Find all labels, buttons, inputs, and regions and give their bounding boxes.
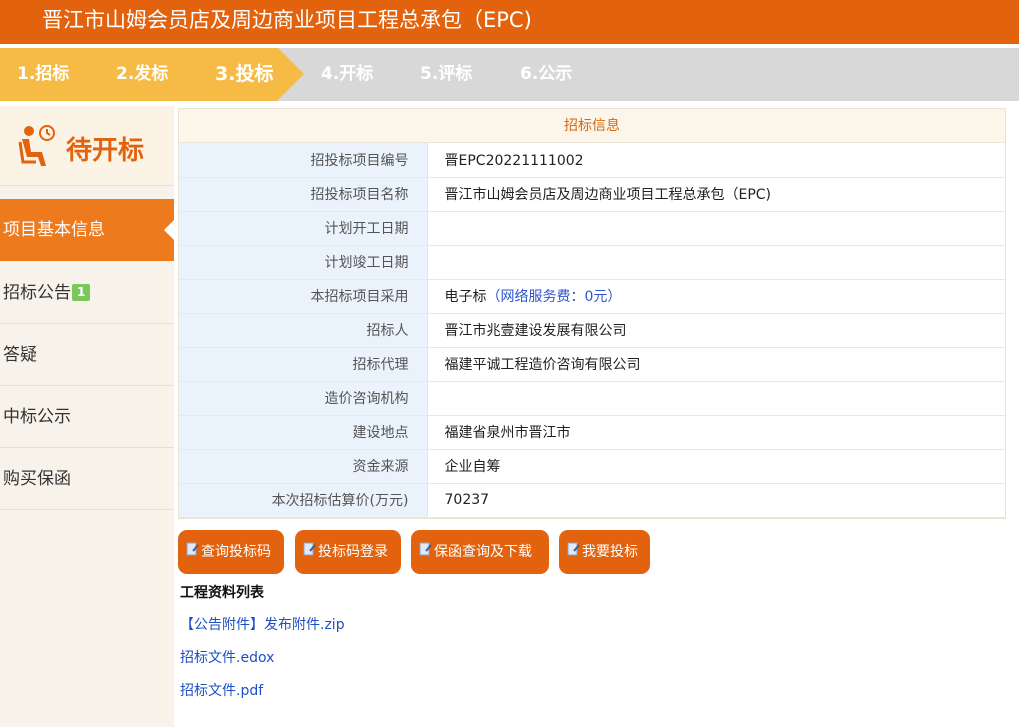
table-row: 计划开工日期 bbox=[179, 211, 1005, 246]
row-key: 资金来源 bbox=[179, 449, 428, 484]
document-edit-icon bbox=[419, 542, 432, 556]
page-title: 晋江市山姆会员店及周边商业项目工程总承包（EPC) bbox=[42, 8, 532, 32]
table-row: 本招标项目采用 电子标（网络服务费：0元） bbox=[179, 279, 1005, 314]
sidebar-item-qa[interactable]: 答疑 bbox=[0, 324, 174, 386]
row-value: 福建平诚工程造价咨询有限公司 bbox=[427, 347, 1005, 382]
row-value: 70237 bbox=[427, 483, 1005, 518]
row-value: 晋EPC20221111002 bbox=[427, 143, 1005, 178]
row-key: 本次招标估算价(万元) bbox=[179, 483, 428, 518]
button-label: 我要投标 bbox=[582, 544, 638, 560]
row-key: 招投标项目名称 bbox=[179, 177, 428, 212]
sidebar-item-award-notice[interactable]: 中标公示 bbox=[0, 386, 174, 448]
file-list-title: 工程资料列表 bbox=[180, 585, 264, 601]
table-row: 资金来源 企业自筹 bbox=[179, 449, 1005, 484]
info-panel: 招标信息 招投标项目编号 晋EPC20221111002 招投标项目名称 晋江市山姆… bbox=[178, 108, 1006, 519]
row-key: 计划开工日期 bbox=[179, 211, 428, 246]
info-table: 招投标项目编号 晋EPC20221111002 招投标项目名称 晋江市山姆会员店及周… bbox=[179, 143, 1005, 518]
table-row: 招标代理 福建平诚工程造价咨询有限公司 bbox=[179, 347, 1005, 382]
file-link[interactable]: 招标文件.pdf bbox=[180, 680, 263, 700]
step-publicity: 6.公示 bbox=[520, 64, 573, 84]
sidebar-item-label: 招标公告 bbox=[3, 283, 71, 303]
main-content: 招标信息 招投标项目编号 晋EPC20221111002 招投标项目名称 晋江市山姆… bbox=[178, 108, 1006, 720]
document-edit-icon bbox=[303, 542, 316, 556]
button-label: 查询投标码 bbox=[201, 544, 271, 560]
info-panel-heading: 招标信息 bbox=[179, 109, 1005, 143]
table-row: 计划竣工日期 bbox=[179, 245, 1005, 280]
row-key: 计划竣工日期 bbox=[179, 245, 428, 280]
table-row: 招投标项目编号 晋EPC20221111002 bbox=[179, 143, 1005, 178]
row-key: 造价咨询机构 bbox=[179, 381, 428, 416]
row-key: 招标代理 bbox=[179, 347, 428, 382]
row-value: 晋江市兆壹建设发展有限公司 bbox=[427, 313, 1005, 348]
row-key: 本招标项目采用 bbox=[179, 279, 428, 314]
bid-code-login-button[interactable]: 投标码登录 bbox=[295, 530, 401, 574]
query-bid-code-button[interactable]: 查询投标码 bbox=[178, 530, 284, 574]
row-value: 晋江市山姆会员店及周边商业项目工程总承包（EPC) bbox=[427, 177, 1005, 212]
title-bar: 晋江市山姆会员店及周边商业项目工程总承包（EPC) bbox=[0, 0, 1019, 44]
sidebar-item-project-info[interactable]: 项目基本信息 bbox=[0, 199, 174, 261]
person-seat-clock-icon bbox=[18, 125, 55, 166]
file-link[interactable]: 【公告附件】发布附件.zip bbox=[180, 614, 345, 634]
service-fee-note: （网络服务费：0元） bbox=[486, 289, 622, 305]
row-value: 企业自筹 bbox=[427, 449, 1005, 484]
row-key: 招投标项目编号 bbox=[179, 143, 428, 178]
table-row: 造价咨询机构 bbox=[179, 381, 1005, 416]
notification-badge: 1 bbox=[72, 284, 91, 301]
table-row: 建设地点 福建省泉州市晋江市 bbox=[179, 415, 1005, 450]
table-row: 招标人 晋江市兆壹建设发展有限公司 bbox=[179, 313, 1005, 348]
submit-bid-button[interactable]: 我要投标 bbox=[559, 530, 650, 574]
current-step-arrow bbox=[278, 48, 304, 100]
row-value: 电子标（网络服务费：0元） bbox=[427, 279, 1005, 314]
sidebar: 待开标 项目基本信息 招标公告 1 答疑 中标公示 购买保函 bbox=[0, 106, 174, 727]
step-evaluation: 5.评标 bbox=[420, 64, 473, 84]
guarantee-download-button[interactable]: 保函查询及下载 bbox=[411, 530, 549, 574]
button-label: 投标码登录 bbox=[318, 544, 388, 560]
step-opening: 4.开标 bbox=[321, 64, 374, 84]
sidebar-item-announcement[interactable]: 招标公告 1 bbox=[0, 262, 174, 324]
row-value bbox=[427, 245, 1005, 280]
sidebar-item-buy-guarantee[interactable]: 购买保函 bbox=[0, 448, 174, 510]
row-value bbox=[427, 211, 1005, 246]
row-value: 福建省泉州市晋江市 bbox=[427, 415, 1005, 450]
row-value bbox=[427, 381, 1005, 416]
step-submit: 3.投标 bbox=[215, 63, 274, 85]
table-row: 招投标项目名称 晋江市山姆会员店及周边商业项目工程总承包（EPC) bbox=[179, 177, 1005, 212]
row-key: 建设地点 bbox=[179, 415, 428, 450]
bid-type: 电子标 bbox=[444, 289, 487, 305]
document-edit-icon bbox=[567, 542, 580, 556]
table-row: 本次招标估算价(万元) 70237 bbox=[179, 483, 1005, 518]
button-label: 保函查询及下载 bbox=[434, 544, 532, 560]
step-bidding: 1.招标 bbox=[17, 64, 70, 84]
step-release: 2.发标 bbox=[116, 64, 169, 84]
status-box: 待开标 bbox=[0, 106, 174, 186]
progress-steps: 1.招标 2.发标 3.投标 4.开标 5.评标 6.公示 bbox=[0, 48, 1019, 101]
document-edit-icon bbox=[186, 542, 199, 556]
status-label: 待开标 bbox=[66, 136, 145, 166]
row-key: 招标人 bbox=[179, 313, 428, 348]
file-link[interactable]: 招标文件.edox bbox=[180, 647, 274, 667]
